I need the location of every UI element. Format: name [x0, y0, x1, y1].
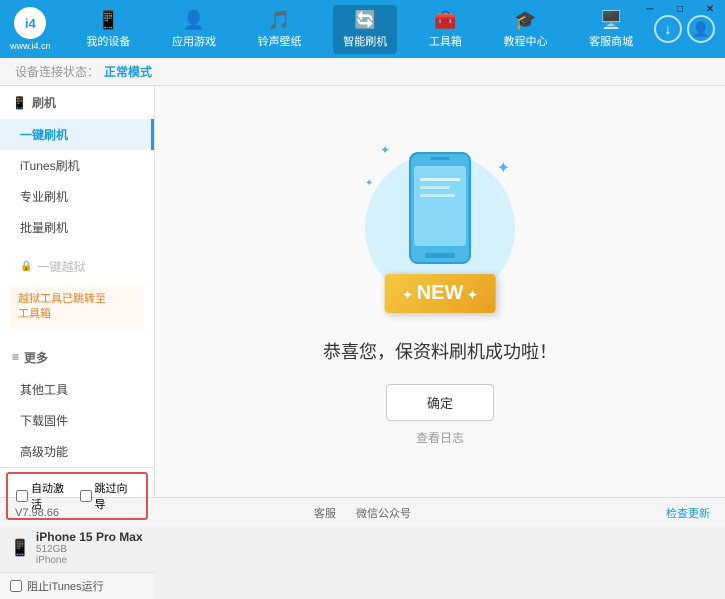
nav-items: 📱 我的设备 👤 应用游戏 🎵 铃声壁纸 🔄 智能刷机 🧰 工具箱 🎓 教程中心… — [66, 5, 654, 54]
statusbar-value: 正常模式 — [104, 63, 152, 80]
more-section-icon: ≡ — [12, 350, 19, 364]
sidebar-flash-header: 📱 刷机 — [0, 86, 154, 119]
nav-tutorial[interactable]: 🎓 教程中心 — [494, 5, 558, 54]
nav-apps-games[interactable]: 👤 应用游戏 — [162, 5, 226, 54]
sidebar-warning: 越狱工具已跳转至工具箱 — [10, 286, 144, 329]
sidebar-item-batch-flash[interactable]: 批量刷机 — [0, 212, 154, 243]
auto-activate-checkbox[interactable] — [16, 490, 28, 502]
sidebar-more-header: ≡ 更多 — [0, 341, 154, 374]
sidebar-item-download-firmware[interactable]: 下载固件 — [0, 405, 154, 436]
service-label: 客服商城 — [589, 33, 633, 49]
toolbox-label: 工具箱 — [429, 33, 462, 49]
service-icon: 🖥️ — [600, 10, 622, 31]
apps-label: 应用游戏 — [172, 33, 216, 49]
lock-icon: 🔒 — [20, 261, 32, 272]
statusbar: 设备连接状态： 正常模式 — [0, 58, 725, 86]
smart-flash-label: 智能刷机 — [343, 33, 387, 49]
logo: i4 www.i4.cn — [10, 7, 51, 51]
device-storage: 512GB — [36, 544, 144, 555]
maximize-button[interactable]: □ — [665, 0, 695, 18]
more-section-label: 更多 — [24, 349, 48, 366]
sidebar: 📱 刷机 一键刷机 iTunes刷机 专业刷机 批量刷机 🔒 一键越狱 越狱工具… — [0, 86, 155, 497]
sparkle-3: ✦ — [365, 178, 373, 189]
sidebar-item-itunes-flash[interactable]: iTunes刷机 — [0, 150, 154, 181]
success-illustration: NEW ✦ ✦ ✦ — [360, 138, 520, 318]
version-label: V7.98.66 — [15, 507, 59, 519]
wechat-link[interactable]: 微信公众号 — [356, 505, 411, 521]
tutorial-icon: 🎓 — [514, 10, 536, 31]
new-banner: NEW — [385, 274, 496, 313]
nav-my-device[interactable]: 📱 我的设备 — [76, 5, 140, 54]
user-button[interactable]: 👤 — [687, 15, 715, 43]
itunes-checkbox[interactable] — [10, 580, 22, 592]
nav-ringtones[interactable]: 🎵 铃声壁纸 — [248, 5, 312, 54]
home-link[interactable]: 客服 — [314, 505, 336, 521]
itunes-label: 阻止iTunes运行 — [27, 578, 104, 594]
topbar: i4 www.i4.cn 📱 我的设备 👤 应用游戏 🎵 铃声壁纸 🔄 智能刷机… — [0, 0, 725, 58]
device-item: 📱 iPhone 15 Pro Max 512GB iPhone — [0, 524, 154, 572]
minimize-button[interactable]: ─ — [635, 0, 665, 18]
phone-wrapper: NEW ✦ ✦ ✦ — [360, 138, 520, 318]
logo-text: i4 — [25, 16, 36, 31]
skip-guide-checkbox[interactable] — [80, 490, 92, 502]
flash-section-label: 刷机 — [32, 94, 56, 111]
nav-service[interactable]: 🖥️ 客服商城 — [579, 5, 643, 54]
logo-subtext: www.i4.cn — [10, 41, 51, 51]
smart-flash-icon: 🔄 — [354, 10, 376, 31]
log-link[interactable]: 查看日志 — [416, 429, 464, 446]
success-title: 恭喜您，保资料刷机成功啦！ — [323, 338, 557, 364]
content-area: NEW ✦ ✦ ✦ 恭喜您，保资料刷机成功啦！ 确定 查看日志 — [155, 86, 725, 497]
my-device-label: 我的设备 — [86, 33, 130, 49]
skip-guide-label: 跳过向导 — [95, 480, 139, 512]
sidebar-item-other-tools[interactable]: 其他工具 — [0, 374, 154, 405]
sidebar-item-pro-flash[interactable]: 专业刷机 — [0, 181, 154, 212]
skip-guide-checkbox-label[interactable]: 跳过向导 — [80, 480, 139, 512]
device-phone-icon: 📱 — [10, 538, 30, 558]
tutorial-label: 教程中心 — [504, 33, 548, 49]
check-update-link[interactable]: 检查更新 — [666, 505, 710, 521]
sidebar-item-jailbreak: 🔒 一键越狱 — [0, 251, 154, 282]
device-info: iPhone 15 Pro Max 512GB iPhone — [36, 530, 144, 566]
main-layout: 📱 刷机 一键刷机 iTunes刷机 专业刷机 批量刷机 🔒 一键越狱 越狱工具… — [0, 86, 725, 497]
statusbar-label: 设备连接状态： — [15, 63, 99, 80]
close-button[interactable]: ✕ — [695, 0, 725, 18]
apps-icon: 👤 — [183, 10, 205, 31]
sidebar-item-advanced[interactable]: 高级功能 — [0, 436, 154, 467]
nav-smart-flash[interactable]: 🔄 智能刷机 — [333, 5, 397, 54]
itunes-bar: 阻止iTunes运行 — [0, 572, 154, 599]
flash-section-icon: 📱 — [12, 96, 27, 110]
jailbreak-label: 一键越狱 — [37, 258, 85, 275]
sparkle-1: ✦ — [497, 158, 510, 178]
confirm-button[interactable]: 确定 — [386, 384, 494, 421]
device-name: iPhone 15 Pro Max — [36, 530, 144, 544]
nav-toolbox[interactable]: 🧰 工具箱 — [419, 5, 472, 54]
sidebar-item-one-key-flash[interactable]: 一键刷机 — [0, 119, 154, 150]
sidebar-bottom: 自动激活 跳过向导 📱 iPhone 15 Pro Max 512GB iPho… — [0, 467, 154, 572]
my-device-icon: 📱 — [97, 10, 119, 31]
topbar-right: ↓ 👤 — [654, 15, 715, 43]
phone-svg — [400, 148, 480, 288]
toolbox-icon: 🧰 — [434, 10, 456, 31]
logo-circle: i4 — [14, 7, 46, 39]
device-type: iPhone — [36, 555, 144, 566]
download-button[interactable]: ↓ — [654, 15, 682, 43]
ringtones-label: 铃声壁纸 — [258, 33, 302, 49]
ringtones-icon: 🎵 — [268, 10, 290, 31]
sparkle-2: ✦ — [380, 143, 390, 157]
